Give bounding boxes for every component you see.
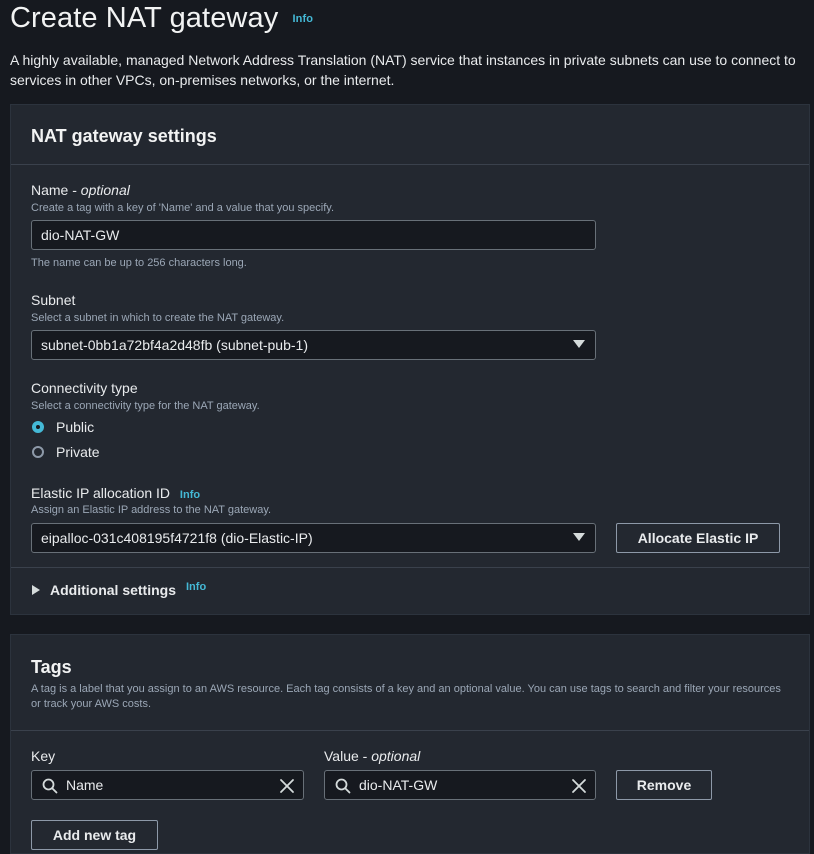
panel-header: NAT gateway settings (11, 105, 809, 165)
search-icon (335, 778, 351, 794)
elastic-ip-select-value: eipalloc-031c408195f4721f8 (dio-Elastic-… (41, 530, 313, 546)
subnet-description: Select a subnet in which to create the N… (31, 312, 285, 324)
subnet-select[interactable]: subnet-0bb1a72bf4a2d48fb (subnet-pub-1) (31, 330, 596, 360)
divider (11, 567, 809, 568)
name-description: Create a tag with a key of 'Name' and a … (31, 202, 334, 214)
value-label: Value - optional (324, 748, 420, 764)
radio-public[interactable]: Public (32, 419, 94, 435)
radio-selected-icon[interactable] (32, 421, 44, 433)
key-label: Key (31, 748, 56, 764)
name-input[interactable]: dio-NAT-GW (31, 220, 596, 250)
divider (11, 730, 809, 731)
search-icon (42, 778, 58, 794)
elastic-ip-label: Elastic IP allocation ID Info (31, 485, 200, 501)
remove-tag-button[interactable]: Remove (616, 770, 712, 800)
subnet-label: Subnet (31, 292, 76, 308)
optional-text: optional (371, 748, 421, 764)
tags-title: Tags (31, 657, 72, 677)
panel-title: NAT gateway settings (31, 126, 217, 146)
tag-key-input[interactable]: Name (31, 770, 304, 800)
info-link[interactable]: Info (292, 13, 313, 25)
subnet-select-value: subnet-0bb1a72bf4a2d48fb (subnet-pub-1) (41, 337, 308, 353)
connectivity-description: Select a connectivity type for the NAT g… (31, 400, 260, 412)
clear-icon[interactable] (279, 778, 295, 794)
radio-private-label: Private (56, 444, 100, 460)
caret-right-icon (32, 585, 40, 595)
nat-gateway-settings-panel: NAT gateway settings Name - optional Cre… (10, 104, 810, 615)
page-title: Create NAT gateway Info (10, 2, 313, 35)
elastic-ip-label-text: Elastic IP allocation ID (31, 485, 171, 501)
elastic-ip-description: Assign an Elastic IP address to the NAT … (31, 504, 272, 516)
allocate-elastic-ip-button[interactable]: Allocate Elastic IP (616, 523, 780, 553)
elastic-ip-select[interactable]: eipalloc-031c408195f4721f8 (dio-Elastic-… (31, 523, 596, 553)
tag-value-value: dio-NAT-GW (359, 777, 438, 793)
clear-icon[interactable] (571, 778, 587, 794)
add-new-tag-button[interactable]: Add new tag (31, 820, 158, 850)
caret-down-icon (573, 533, 585, 541)
connectivity-label: Connectivity type (31, 380, 138, 396)
value-label-text: Value - (324, 748, 372, 764)
page-title-text: Create NAT gateway (10, 2, 279, 34)
optional-text: optional (80, 182, 130, 198)
additional-settings-toggle[interactable]: Additional settings Info (32, 581, 206, 598)
caret-down-icon (573, 340, 585, 348)
additional-settings-info-link[interactable]: Info (186, 581, 206, 593)
tag-value-input[interactable]: dio-NAT-GW (324, 770, 596, 800)
radio-unselected-icon[interactable] (32, 446, 44, 458)
name-label-text: Name - (31, 182, 81, 198)
tags-panel: Tags A tag is a label that you assign to… (10, 634, 810, 854)
elastic-ip-info-link[interactable]: Info (180, 489, 200, 501)
radio-private[interactable]: Private (32, 444, 100, 460)
additional-settings-label: Additional settings (50, 582, 176, 598)
tag-key-value: Name (66, 777, 104, 793)
name-label: Name - optional (31, 182, 130, 198)
name-constraint: The name can be up to 256 characters lon… (31, 257, 247, 269)
name-input-value: dio-NAT-GW (41, 227, 120, 243)
tags-description: A tag is a label that you assign to an A… (31, 683, 781, 710)
radio-public-label: Public (56, 419, 95, 435)
page-description: A highly available, managed Network Addr… (10, 52, 796, 88)
